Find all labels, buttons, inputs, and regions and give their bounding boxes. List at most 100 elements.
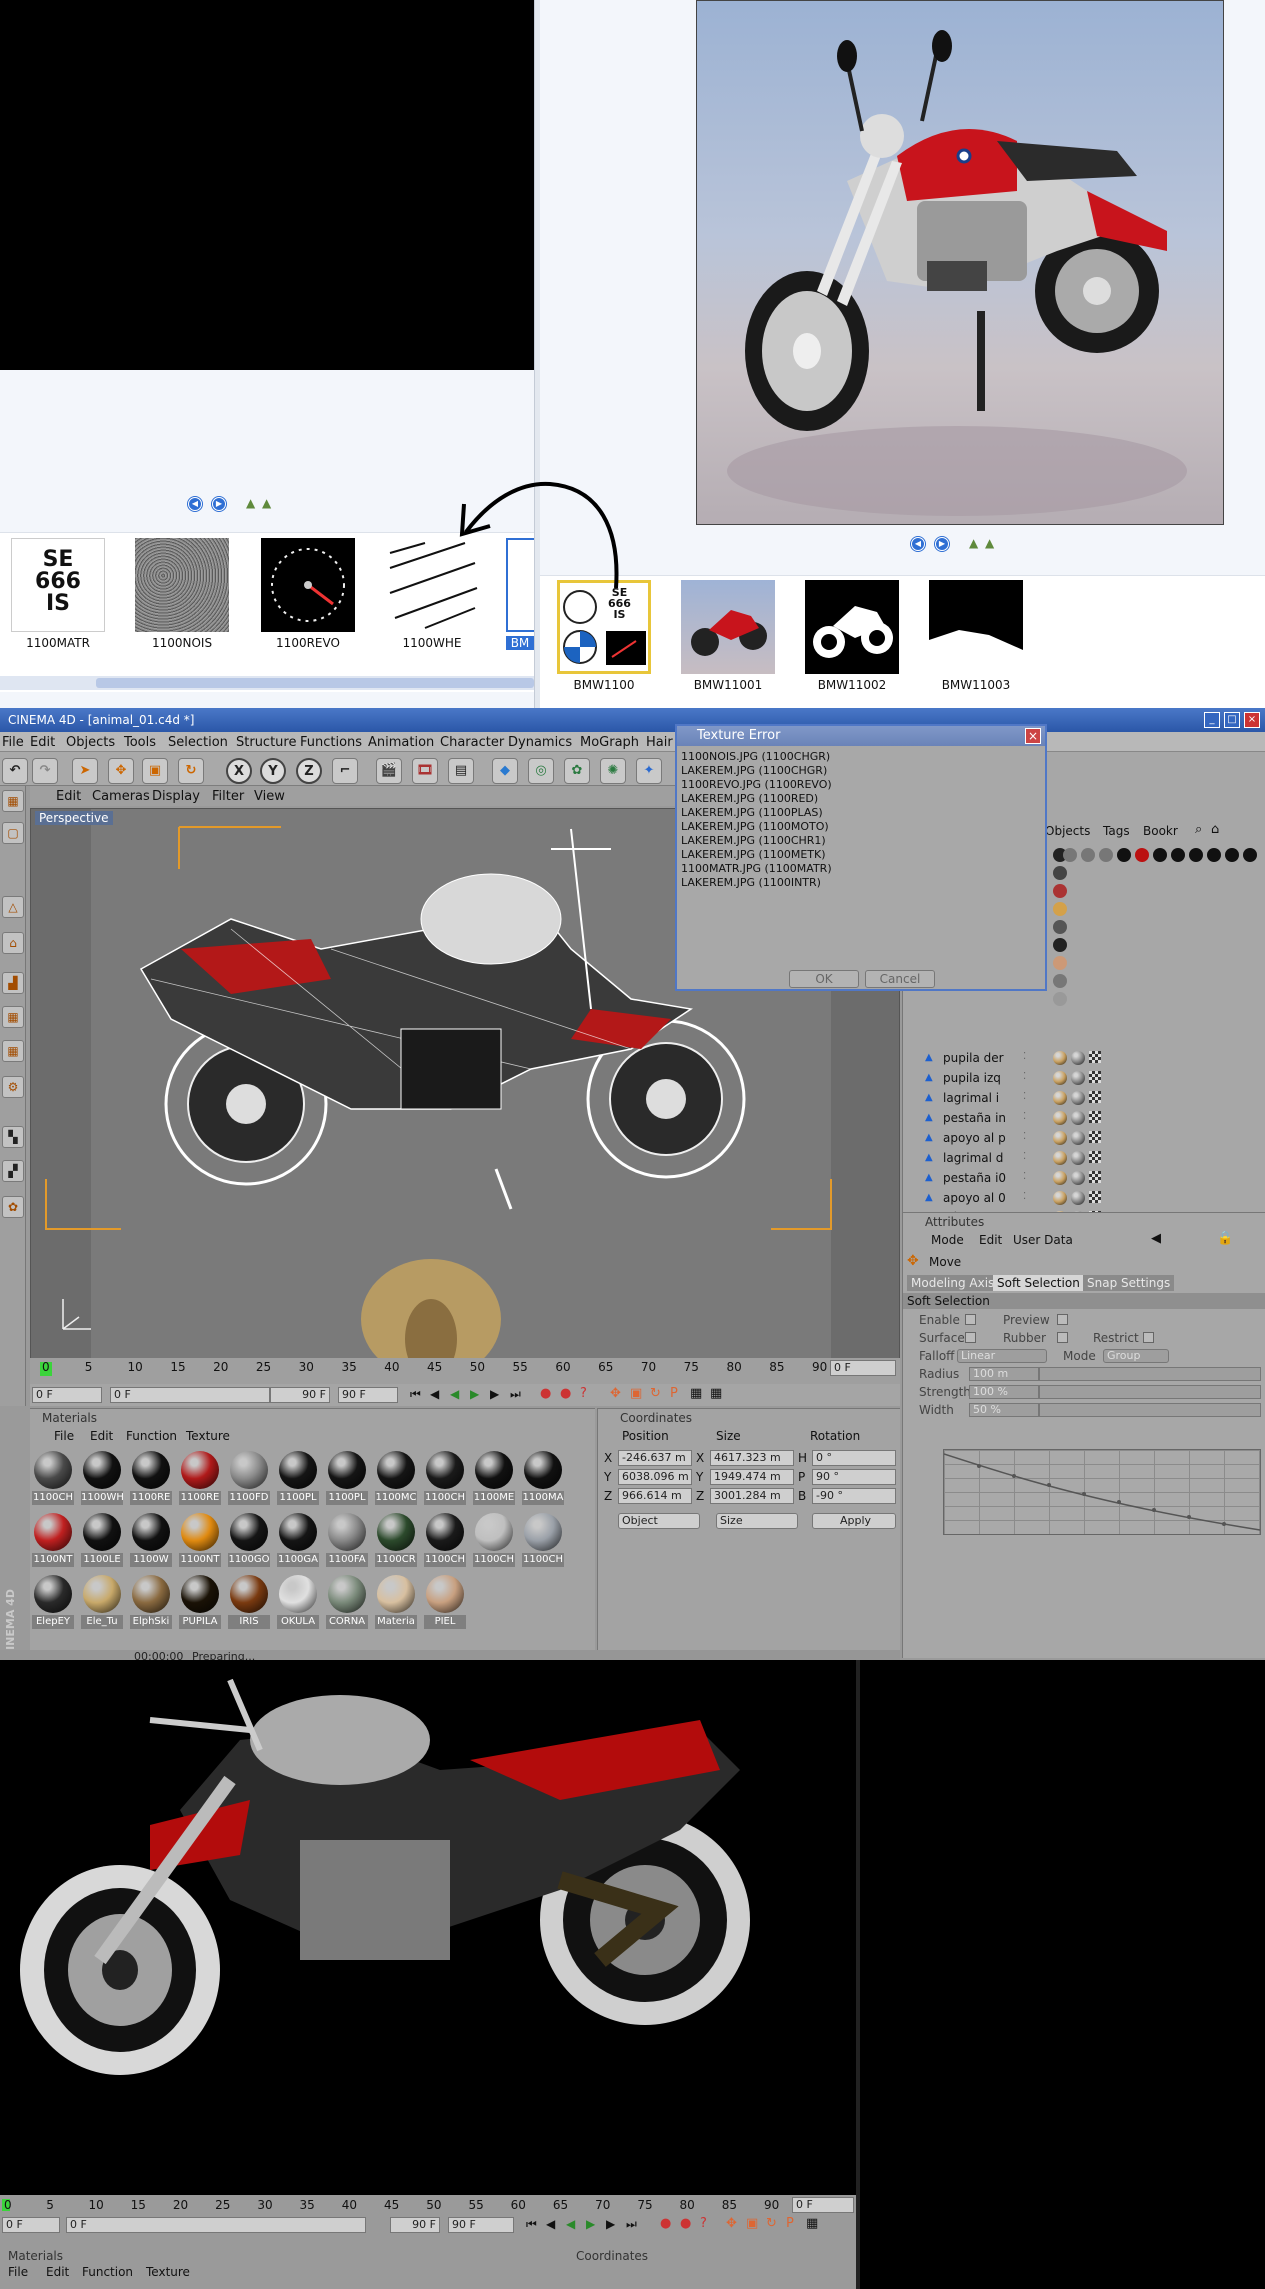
- strength-slider[interactable]: [1039, 1385, 1261, 1399]
- material-swatch[interactable]: 1100RE: [179, 1449, 221, 1505]
- material-swatch[interactable]: 1100CH: [424, 1449, 466, 1505]
- pos-x-field[interactable]: -246.637 m: [618, 1450, 692, 1466]
- render-goto-start-icon[interactable]: ⏮: [526, 2217, 537, 2232]
- material-preview-icon[interactable]: [1171, 848, 1185, 862]
- materials-menu-edit[interactable]: Edit: [90, 1429, 113, 1443]
- render-keyframe-selection-icon[interactable]: ?: [700, 2216, 707, 2231]
- menu-character[interactable]: Character: [440, 735, 504, 750]
- material-swatch[interactable]: 1100ME: [473, 1449, 515, 1505]
- render-materials-menu-texture[interactable]: Texture: [146, 2265, 190, 2279]
- material-swatch[interactable]: 1100NT: [179, 1511, 221, 1567]
- material-preview-icon[interactable]: [1243, 848, 1257, 862]
- material-preview-icon[interactable]: [1135, 848, 1149, 862]
- object-row[interactable]: ▲ apoyo al p ⁚: [913, 1130, 1253, 1148]
- coordinate-system-icon[interactable]: ⌐: [332, 758, 358, 784]
- material-swatch[interactable]: 1100RE: [130, 1449, 172, 1505]
- use-model-icon[interactable]: ▦: [2, 790, 24, 812]
- objects-tab[interactable]: Objects: [1045, 824, 1090, 838]
- zoom-out-icon[interactable]: ▲: [262, 496, 271, 510]
- object-row[interactable]: ▲ lagrimal d ⁚: [913, 1150, 1253, 1168]
- render-step-forward-icon[interactable]: ▶: [606, 2217, 615, 2231]
- size-x-field[interactable]: 4617.323 m: [710, 1450, 794, 1466]
- material-swatch[interactable]: 1100LE: [81, 1511, 123, 1567]
- layout-icon[interactable]: ▦: [2, 1006, 24, 1028]
- key-rotation-icon[interactable]: ↻: [650, 1386, 661, 1401]
- rubber-checkbox[interactable]: [1057, 1332, 1068, 1343]
- pos-y-field[interactable]: 6038.096 m: [618, 1469, 692, 1485]
- object-row[interactable]: ▲ lagrimal i ⁚: [913, 1090, 1253, 1108]
- material-swatch[interactable]: 1100CH: [424, 1511, 466, 1567]
- render-materials-menu-function[interactable]: Function: [82, 2265, 133, 2279]
- deformer-icon[interactable]: ✿: [564, 758, 590, 784]
- material-tag-icon[interactable]: [1053, 1051, 1067, 1065]
- materials-menu-file[interactable]: File: [54, 1429, 74, 1443]
- play-reverse-icon[interactable]: ◀: [450, 1387, 459, 1401]
- object-row[interactable]: ▲ apoyo al 0 ⁚: [913, 1190, 1253, 1208]
- bookmarks-tab[interactable]: Bookr: [1143, 824, 1178, 838]
- material-swatch[interactable]: 1100CR: [375, 1511, 417, 1567]
- render-settings-icon[interactable]: ▤: [448, 758, 474, 784]
- workplane-icon[interactable]: ⚙: [2, 1076, 24, 1098]
- material-preview-icon[interactable]: [1099, 848, 1113, 862]
- visibility-dots-icon[interactable]: ⁚: [1023, 1191, 1026, 1202]
- material-preview-icon[interactable]: [1189, 848, 1203, 862]
- material-swatch[interactable]: IRIS: [228, 1573, 270, 1629]
- falloff-select[interactable]: Linear: [957, 1349, 1047, 1363]
- redo-icon[interactable]: ↷: [32, 758, 58, 784]
- surface-checkbox[interactable]: [965, 1332, 976, 1343]
- tags-tab[interactable]: Tags: [1103, 824, 1130, 838]
- material-tag-icon[interactable]: [1053, 1071, 1067, 1085]
- material-swatch[interactable]: 1100NT: [32, 1511, 74, 1567]
- tab-soft-selection[interactable]: Soft Selection: [993, 1275, 1084, 1291]
- material-tag-icon[interactable]: [1053, 1151, 1067, 1165]
- material-swatch[interactable]: 1100CH: [473, 1511, 515, 1567]
- thumbnail-bmw1100[interactable]: SE 666 IS BMW1100: [556, 580, 652, 692]
- render-step-back-icon[interactable]: ◀: [546, 2217, 555, 2231]
- object-row[interactable]: ▲ pupila izq ⁚: [913, 1070, 1253, 1088]
- menu-hair[interactable]: Hair: [646, 735, 673, 750]
- key-param-icon[interactable]: P: [670, 1386, 678, 1401]
- material-swatch[interactable]: 1100PL: [326, 1449, 368, 1505]
- move-icon[interactable]: ✥: [108, 758, 134, 784]
- lock-icon[interactable]: 🔒: [1217, 1231, 1233, 1246]
- render-record-icon[interactable]: ●: [660, 2216, 671, 2231]
- range-slider-end[interactable]: 90 F: [270, 1387, 330, 1403]
- menu-mograph[interactable]: MoGraph: [580, 735, 639, 750]
- rot-p-field[interactable]: 90 °: [812, 1469, 896, 1485]
- visibility-dots-icon[interactable]: ⁚: [1023, 1131, 1026, 1142]
- material-swatch[interactable]: 1100GA: [277, 1511, 319, 1567]
- width-field[interactable]: 50 %: [969, 1403, 1039, 1417]
- render-play-reverse-icon[interactable]: ◀: [566, 2217, 575, 2231]
- material-swatch[interactable]: 1100CH: [32, 1449, 74, 1505]
- material-swatch[interactable]: 1100GO: [228, 1511, 270, 1567]
- tab-modeling-axis[interactable]: Modeling Axis: [907, 1275, 999, 1291]
- goto-end-icon[interactable]: ⏭: [510, 1387, 521, 1402]
- ok-button[interactable]: OK: [789, 970, 859, 988]
- scene-icon[interactable]: ✺: [600, 758, 626, 784]
- size-y-field[interactable]: 1949.474 m: [710, 1469, 794, 1485]
- step-forward-icon[interactable]: ▶: [490, 1387, 499, 1401]
- material-tag-icon[interactable]: [1071, 1111, 1085, 1125]
- render-materials-menu-edit[interactable]: Edit: [46, 2265, 69, 2279]
- cancel-button[interactable]: Cancel: [865, 970, 935, 988]
- z-axis-icon[interactable]: Z: [296, 758, 322, 784]
- material-tag-icon[interactable]: [1053, 1111, 1067, 1125]
- material-tag-icon[interactable]: [1053, 1191, 1067, 1205]
- menu-file[interactable]: File: [2, 735, 24, 750]
- attributes-menu-userdata[interactable]: User Data: [1013, 1233, 1073, 1247]
- search-icon[interactable]: ⌕: [1195, 822, 1202, 837]
- material-tag-icon[interactable]: [1053, 956, 1067, 970]
- object-row[interactable]: ▲ pestaña in ⁚: [913, 1110, 1253, 1128]
- next-image-icon[interactable]: ▶: [212, 497, 226, 511]
- material-tag-icon[interactable]: [1071, 1091, 1085, 1105]
- menu-structure[interactable]: Structure: [236, 735, 296, 750]
- render-range-start[interactable]: 0 F: [66, 2217, 366, 2233]
- material-tag-icon[interactable]: [1053, 920, 1067, 934]
- key-position-icon[interactable]: ✥: [610, 1386, 621, 1401]
- autokey-icon[interactable]: ●: [560, 1386, 571, 1401]
- visibility-dots-icon[interactable]: ⁚: [1023, 1171, 1026, 1182]
- step-back-icon[interactable]: ◀: [430, 1387, 439, 1401]
- material-tag-icon[interactable]: [1053, 884, 1067, 898]
- thumbnail-bmw11003[interactable]: BMW11003: [928, 580, 1024, 692]
- thumbnail-bmw11002[interactable]: BMW11002: [804, 580, 900, 692]
